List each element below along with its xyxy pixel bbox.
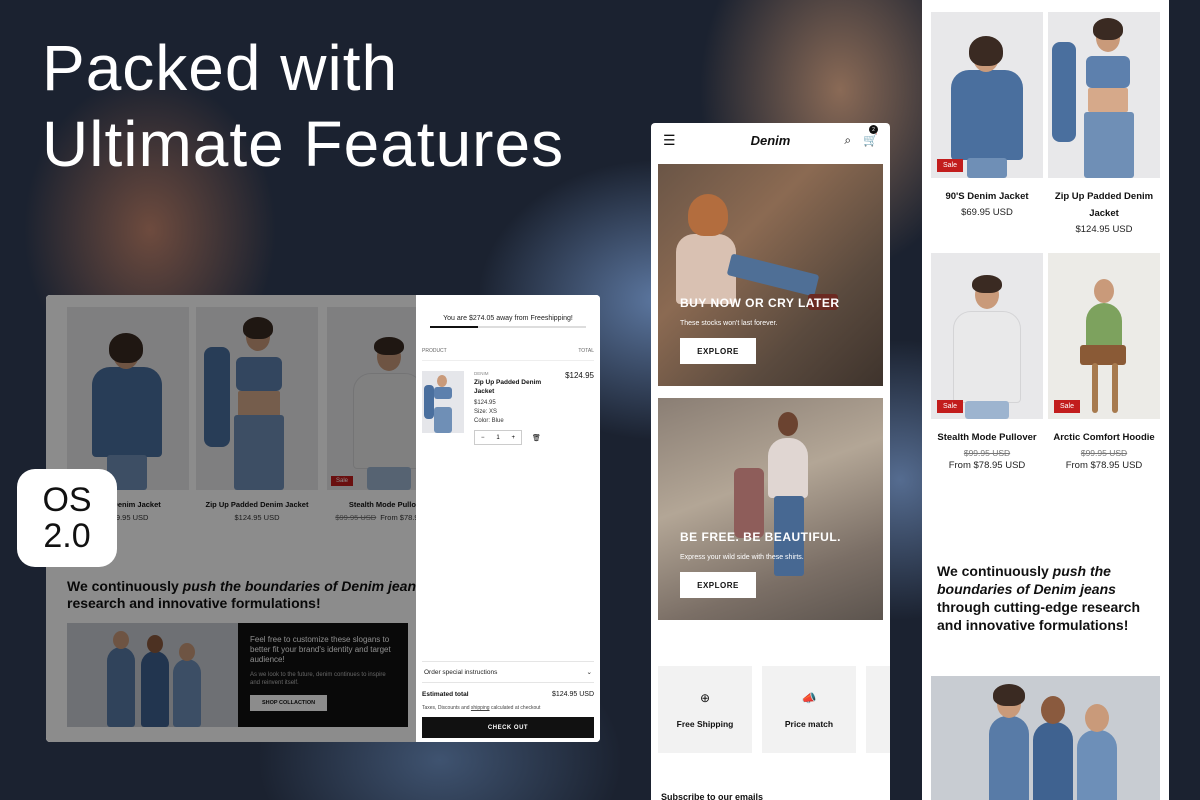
collection-banner-image — [931, 676, 1160, 800]
headline-line-2: Ultimate Features — [42, 108, 565, 180]
quantity-row: − 1 + 🗑 — [474, 430, 554, 445]
product-price: $124.95 USD — [1075, 224, 1133, 235]
mobile-preview: ☰ Denim ⌕ 🛒 2 BUY NOW OR CRY LATER These… — [651, 123, 890, 800]
sale-badge: Sale — [1054, 400, 1081, 413]
col-total: TOTAL — [578, 348, 594, 354]
product-image[interactable]: Sale — [1048, 253, 1160, 419]
os-badge: OS 2.0 — [17, 469, 117, 567]
progress-fill — [430, 326, 479, 328]
cart-item-size: Size: XS — [474, 409, 498, 415]
free-shipping-message: You are $274.05 away from Freeshipping! — [443, 315, 573, 322]
cart-item-brand: DENIM — [474, 371, 489, 376]
hero-1-subtitle: These stocks won't last forever. — [680, 320, 778, 327]
trash-icon[interactable]: 🗑 — [532, 434, 541, 442]
cart-item-color: Color: Blue — [474, 418, 504, 424]
desktop-preview: 90'S Denim Jacket $69.95 USD Zip Up Padd… — [46, 295, 600, 742]
hero-1-title: BUY NOW OR CRY LATER — [680, 296, 840, 310]
estimated-total-row: Estimated total $124.95 USD — [422, 691, 594, 698]
estimated-total-label: Estimated total — [422, 691, 469, 698]
product-card[interactable]: Sale Arctic Comfort Hoodie $99.95 USD Fr… — [1048, 253, 1160, 471]
product-name[interactable]: Stealth Mode Pullover — [931, 429, 1043, 446]
col-product: PRODUCT — [422, 348, 447, 354]
increase-button[interactable]: + — [511, 435, 515, 441]
cart-item-name[interactable]: Zip Up Padded Denim Jacket — [474, 378, 554, 396]
product-name[interactable]: Zip Up Padded Denim Jacket — [1048, 188, 1160, 222]
order-instructions-label: Order special instructions — [424, 668, 498, 676]
hero-banner-1: BUY NOW OR CRY LATER These stocks won't … — [658, 164, 883, 386]
sale-badge: Sale — [937, 400, 964, 413]
globe-icon: ⊕ — [699, 690, 711, 705]
order-instructions-toggle[interactable]: Order special instructions ⌄ — [422, 661, 594, 683]
shipping-link[interactable]: shipping — [471, 705, 490, 711]
feature-label: Free Shipping — [676, 718, 734, 729]
checkout-button[interactable]: CHECK OUT — [422, 717, 594, 738]
chevron-down-icon: ⌄ — [586, 669, 592, 676]
cart-item-info: DENIM Zip Up Padded Denim Jacket $124.95… — [474, 371, 554, 445]
subscribe-heading: Subscribe to our emails — [661, 792, 764, 800]
hero-1-explore-button[interactable]: EXPLORE — [680, 338, 756, 364]
badge-line-1: OS — [42, 481, 92, 519]
product-price: From $78.95 USD — [948, 460, 1026, 471]
free-shipping-progress — [430, 326, 586, 328]
quantity-stepper[interactable]: − 1 + — [474, 430, 522, 445]
hero-2-subtitle: Express your wild side with these shirts… — [680, 554, 804, 561]
product-price: From $78.95 USD — [1065, 460, 1143, 471]
decrease-button[interactable]: − — [481, 435, 485, 441]
product-old-price: $99.95 USD — [963, 448, 1011, 458]
mobile-header: ☰ Denim ⌕ 🛒 2 — [651, 123, 890, 157]
headline-line-1: Packed with — [42, 32, 399, 104]
collection-slogan: We continuously push the boundaries of D… — [937, 562, 1157, 634]
cart-item-total: $124.95 — [565, 371, 594, 380]
hero-banner-2: BE FREE. BE BEAUTIFUL. Express your wild… — [658, 398, 883, 620]
quantity-value[interactable]: 1 — [496, 435, 499, 441]
product-image[interactable] — [1048, 12, 1160, 178]
cart-item-image[interactable] — [422, 371, 464, 433]
cart-drawer: You are $274.05 away from Freeshipping! … — [416, 295, 600, 742]
product-name[interactable]: 90'S Denim Jacket — [931, 188, 1043, 205]
mobile-collection-preview: Sale 90'S Denim Jacket $69.95 USD Zip Up… — [922, 0, 1169, 800]
product-card[interactable]: Sale Stealth Mode Pullover $99.95 USD Fr… — [931, 253, 1043, 471]
tax-note-pre: Taxes, Discounts and — [422, 705, 471, 711]
megaphone-icon: 📣 — [801, 690, 817, 705]
product-name[interactable]: Arctic Comfort Hoodie — [1048, 429, 1160, 446]
feature-label: Price match — [784, 718, 834, 729]
cart-item: DENIM Zip Up Padded Denim Jacket $124.95… — [422, 371, 594, 445]
badge-line-2: 2.0 — [43, 517, 91, 555]
tax-note: Taxes, Discounts and shipping calculated… — [422, 705, 594, 711]
feature-card: 📣 Price match — [762, 666, 856, 753]
store-logo[interactable]: Denim — [651, 133, 890, 148]
product-card[interactable]: Zip Up Padded Denim Jacket $124.95 USD — [1048, 12, 1160, 235]
slogan-pre: We continuously — [937, 563, 1053, 579]
slogan-post: through cutting-edge research and innova… — [937, 599, 1141, 633]
product-card[interactable]: Sale 90'S Denim Jacket $69.95 USD — [931, 12, 1043, 218]
cart-count-badge: 2 — [869, 125, 878, 134]
tax-note-post: calculated at checkout — [489, 705, 541, 711]
product-image[interactable]: Sale — [931, 12, 1043, 178]
hero-2-explore-button[interactable]: EXPLORE — [680, 572, 756, 598]
feature-card: ⊕ Free Shipping — [658, 666, 752, 753]
estimated-total-value: $124.95 USD — [551, 691, 594, 698]
sale-badge: Sale — [937, 159, 964, 172]
headline: Packed with Ultimate Features — [42, 30, 564, 182]
product-old-price: $99.95 USD — [1080, 448, 1128, 458]
feature-card — [866, 666, 890, 753]
hero-2-title: BE FREE. BE BEAUTIFUL. — [680, 530, 842, 544]
product-price: $69.95 USD — [961, 207, 1013, 218]
product-image[interactable]: Sale — [931, 253, 1043, 419]
cart-table-header: PRODUCT TOTAL — [422, 348, 594, 361]
cart-item-price: $124.95 — [474, 400, 496, 406]
